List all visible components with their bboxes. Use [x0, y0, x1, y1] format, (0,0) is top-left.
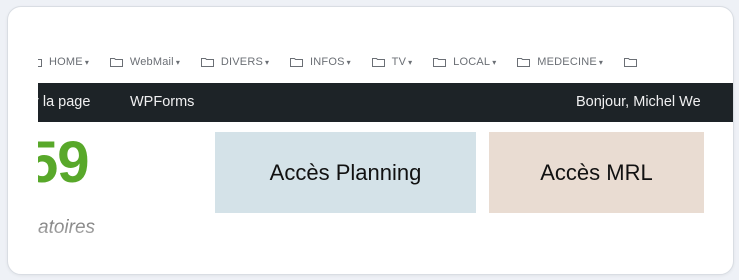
folder-icon — [433, 57, 447, 67]
bookmark-label: INFOS — [310, 56, 345, 68]
bookmark-folder-partial[interactable] — [623, 57, 644, 67]
bottom-fade — [38, 212, 733, 239]
folder-icon — [290, 57, 304, 67]
chevron-down-icon: ▾ — [492, 57, 497, 67]
folder-icon — [38, 57, 42, 67]
bookmark-folder-infos[interactable]: INFOS ▾ — [290, 56, 351, 68]
cropped-screenshot: HOME ▾ WebMail ▾ DIVERS ▾ INFOS ▾ TV ▾ LOCAL ▾ — [38, 47, 733, 239]
folder-icon — [200, 57, 214, 67]
bookmark-folder-tv[interactable]: TV ▾ — [371, 56, 413, 68]
bookmark-label: HOME — [49, 56, 83, 68]
access-mrl-label: Accès MRL — [540, 159, 653, 185]
bookmark-label: LOCAL — [453, 56, 491, 68]
folder-icon — [623, 57, 637, 67]
access-planning-label: Accès Planning — [269, 159, 422, 185]
chevron-down-icon: ▾ — [265, 57, 270, 67]
folder-icon — [109, 57, 123, 67]
bookmark-folder-local[interactable]: LOCAL ▾ — [433, 56, 496, 68]
folder-icon — [371, 57, 385, 67]
wpforms-menu[interactable]: WPForms — [130, 94, 194, 110]
bookmark-folder-home[interactable]: HOME ▾ — [38, 56, 89, 68]
bookmark-label: MEDECINE — [537, 56, 597, 68]
access-mrl-button[interactable]: Accès MRL — [489, 132, 704, 213]
edit-page-link[interactable]: r la page — [38, 94, 90, 110]
site-logo-number: 59 — [38, 130, 90, 195]
wp-admin-bar: r la page WPForms Bonjour, Michel We — [38, 83, 733, 122]
chevron-down-icon: ▾ — [598, 57, 603, 67]
bookmark-label: WebMail — [129, 56, 174, 68]
chevron-down-icon: ▾ — [408, 57, 413, 67]
access-planning-button[interactable]: Accès Planning — [215, 132, 476, 213]
chevron-down-icon: ▾ — [346, 57, 351, 67]
folder-icon — [517, 57, 531, 67]
user-greeting[interactable]: Bonjour, Michel We — [576, 94, 701, 110]
chevron-down-icon: ▾ — [84, 57, 89, 67]
chevron-down-icon: ▾ — [175, 57, 180, 67]
bookmarks-bar: HOME ▾ WebMail ▾ DIVERS ▾ INFOS ▾ TV ▾ LOCAL ▾ — [38, 47, 733, 77]
bookmark-label: TV — [391, 56, 407, 68]
bookmark-folder-medecine[interactable]: MEDECINE ▾ — [517, 56, 603, 68]
bookmark-label: DIVERS — [220, 56, 263, 68]
bookmark-folder-webmail[interactable]: WebMail ▾ — [109, 56, 180, 68]
bookmark-folder-divers[interactable]: DIVERS ▾ — [200, 56, 270, 68]
screenshot-card: HOME ▾ WebMail ▾ DIVERS ▾ INFOS ▾ TV ▾ LOCAL ▾ — [7, 6, 734, 275]
